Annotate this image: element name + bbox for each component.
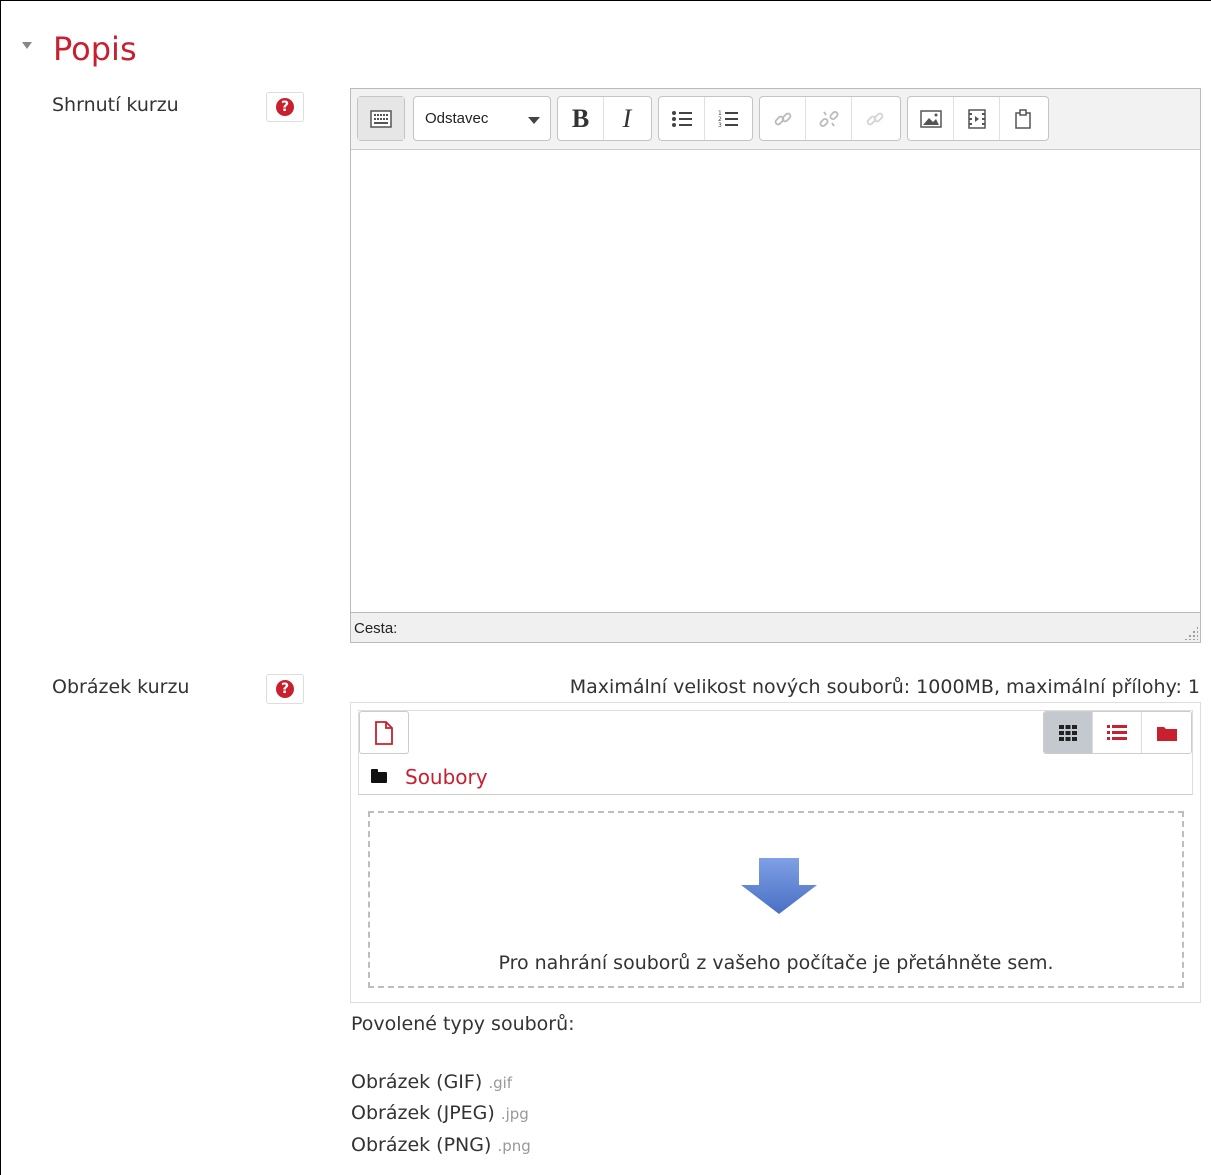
toolbar-group-lists: 123 <box>658 96 753 141</box>
section-collapse-icon[interactable] <box>22 42 32 49</box>
allowed-type-name: Obrázek (PNG) <box>351 1134 492 1156</box>
editor-toolbar: Odstavec B I 123 <box>351 89 1200 150</box>
view-mode-toggle <box>1043 711 1192 754</box>
summary-label: Shrnutí kurzu <box>52 94 179 116</box>
bullet-list-icon[interactable] <box>659 97 705 140</box>
format-select-value: Odstavec <box>425 110 489 127</box>
allowed-type-name: Obrázek (GIF) <box>351 1071 483 1093</box>
link-icon[interactable] <box>760 97 806 140</box>
toolbar-group-media <box>907 96 1049 141</box>
keyboard-toolbar-toggle-icon[interactable] <box>358 97 404 140</box>
allowed-type-ext: .gif <box>488 1074 513 1092</box>
chevron-down-icon <box>528 117 540 124</box>
add-file-button[interactable] <box>359 711 409 754</box>
allowed-type-item: Obrázek (JPEG) .jpg <box>351 1102 529 1124</box>
max-size-info: Maximální velikost nových souborů: 1000M… <box>569 676 1200 698</box>
allowed-type-name: Obrázek (JPEG) <box>351 1102 495 1124</box>
files-root-link[interactable]: Soubory <box>405 765 488 789</box>
numbered-list-icon[interactable]: 123 <box>705 97 751 140</box>
list-icon <box>1107 724 1127 740</box>
summary-help-button[interactable]: ? <box>266 92 304 122</box>
tree-view-button[interactable] <box>1142 712 1191 753</box>
question-circle-icon: ? <box>276 98 294 116</box>
folder-icon <box>371 768 387 783</box>
media-icon[interactable] <box>954 97 1000 140</box>
summary-editor: Odstavec B I 123 Cesta: <box>350 88 1201 643</box>
file-picker: Soubory Pro nahrání souborů z vašeho poč… <box>350 702 1201 1003</box>
file-picker-header: Soubory <box>358 710 1193 795</box>
list-view-button[interactable] <box>1093 712 1142 753</box>
editor-path-status: Cesta: <box>351 612 1200 642</box>
editor-path-label: Cesta: <box>354 620 398 637</box>
toolbar-group-toggle <box>357 96 405 141</box>
toolbar-group-style: B I <box>557 96 652 141</box>
toolbar-group-links <box>759 96 901 141</box>
file-dropzone[interactable]: Pro nahrání souborů z vašeho počítače je… <box>368 811 1184 988</box>
folder-icon <box>1156 726 1177 741</box>
unlink-icon[interactable] <box>806 97 852 140</box>
manage-files-icon[interactable] <box>1000 97 1046 140</box>
allowed-type-ext: .jpg <box>500 1105 529 1123</box>
section-title[interactable]: Popis <box>53 30 137 68</box>
image-icon[interactable] <box>908 97 954 140</box>
course-image-help-button[interactable]: ? <box>266 674 304 704</box>
paragraph-format-select[interactable]: Odstavec <box>413 96 551 141</box>
file-path-breadcrumb: Soubory <box>371 765 488 789</box>
file-icon <box>375 720 393 745</box>
resize-grip-icon[interactable] <box>1184 626 1198 640</box>
course-image-label: Obrázek kurzu <box>52 676 190 698</box>
allowed-type-item: Obrázek (PNG) .png <box>351 1134 531 1156</box>
icon-view-button[interactable] <box>1044 712 1093 753</box>
allowed-type-item: Obrázek (GIF) .gif <box>351 1071 512 1093</box>
allowed-types-title: Povolené typy souborů: <box>351 1013 575 1035</box>
allowed-type-ext: .png <box>497 1137 531 1155</box>
dropzone-instructions: Pro nahrání souborů z vašeho počítače je… <box>498 952 1054 974</box>
question-circle-icon: ? <box>276 680 294 698</box>
svg-text:3: 3 <box>718 122 722 129</box>
grid-icon <box>1059 724 1077 741</box>
italic-button[interactable]: I <box>604 97 650 140</box>
download-arrow-icon <box>741 858 817 914</box>
editor-content-area[interactable] <box>351 150 1200 612</box>
anchor-link-icon[interactable] <box>852 97 898 140</box>
bold-button[interactable]: B <box>558 97 604 140</box>
